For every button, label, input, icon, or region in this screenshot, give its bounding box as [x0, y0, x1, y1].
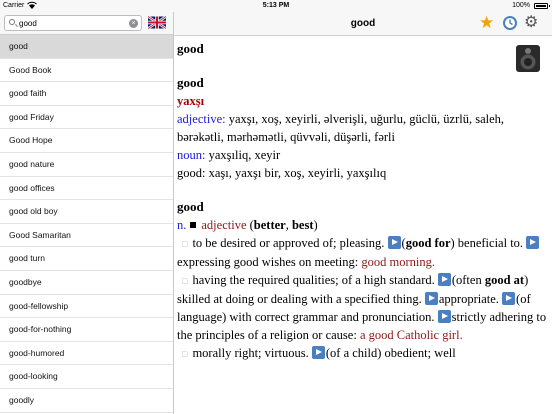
list-item[interactable]: goodly	[0, 389, 173, 413]
good-label: good:	[177, 166, 206, 180]
history-icon[interactable]	[502, 15, 518, 31]
sense-1: □ to be desired or approved of; pleasing.…	[177, 234, 549, 271]
list-item[interactable]: good faith	[0, 82, 173, 106]
list-item[interactable]: good Friday	[0, 106, 173, 130]
list-item[interactable]: Good Hope	[0, 129, 173, 153]
list-item[interactable]: good-looking	[0, 365, 173, 389]
sense-bullet: □	[182, 349, 188, 359]
sense-bullet: □	[182, 239, 188, 249]
status-bar: Carrier 5:13 PM 100%	[0, 0, 552, 12]
definition-section: good n. adjective (better, best) □ to be d…	[177, 198, 549, 363]
noun-label: noun:	[177, 148, 206, 162]
list-item[interactable]: Good Book	[0, 59, 173, 83]
square-icon	[190, 222, 197, 228]
pos-abbr: n.	[177, 218, 187, 232]
play-icon[interactable]	[311, 346, 325, 359]
speaker-icon[interactable]	[512, 42, 544, 74]
list-item[interactable]: good turn	[0, 247, 173, 271]
form-superlative: best	[291, 218, 314, 232]
list-item[interactable]: good	[0, 35, 173, 59]
noun-text: yaxşıliq, xeyir	[208, 148, 281, 162]
uk-flag-icon[interactable]	[148, 16, 166, 29]
sidebar: × good Good Book good faith good Friday …	[0, 12, 174, 414]
play-icon[interactable]	[437, 310, 451, 323]
translation-section: good yaxşı adjective: yaxşı, xoş, xeyirl…	[177, 74, 549, 182]
clock-time: 5:13 PM	[262, 2, 290, 9]
definition-headword: good	[177, 199, 204, 214]
play-icon[interactable]	[437, 273, 451, 286]
navbar: good ★ ⚙	[174, 12, 552, 36]
list-item[interactable]: good offices	[0, 177, 173, 201]
noun-line: noun: yaxşıliq, xeyir	[177, 146, 549, 164]
search-row: ×	[0, 12, 173, 35]
sense-3: □ morally right; virtuous. (of a child) o…	[182, 346, 456, 360]
list-item[interactable]: good nature	[0, 153, 173, 177]
play-icon[interactable]	[424, 292, 438, 305]
sense-bullet: □	[182, 276, 188, 286]
main-panel: good ★ ⚙ good good yaxşı adjective: yaxş…	[174, 12, 552, 414]
good-text: xaşı, yaxşı bir, xoş, xeyirli, yaxşılıq	[208, 166, 387, 180]
entry-content: good good yaxşı adjective: yaxşı, xoş, x…	[174, 36, 552, 363]
star-icon[interactable]: ★	[479, 14, 494, 31]
translation-word: yaxşı	[177, 94, 205, 108]
search-input[interactable]	[19, 17, 119, 29]
form-comparative: better	[253, 218, 286, 232]
play-icon[interactable]	[526, 236, 540, 249]
list-item[interactable]: Good Samaritan	[0, 224, 173, 248]
example-text: good morning.	[361, 255, 435, 269]
search-box[interactable]: ×	[4, 15, 142, 31]
word-list: good Good Book good faith good Friday Go…	[0, 35, 173, 413]
clear-icon[interactable]: ×	[129, 19, 138, 28]
list-item[interactable]: goodbye	[0, 271, 173, 295]
gear-icon[interactable]: ⚙	[524, 14, 538, 31]
pos-line: n. adjective (better, best)	[177, 218, 318, 232]
list-item[interactable]: good-humored	[0, 342, 173, 366]
battery-icon	[534, 3, 550, 9]
adjective-line: adjective: yaxşı, xoş, xeyirli, əlverişl…	[177, 110, 549, 146]
battery-percentage: 100%	[512, 2, 530, 9]
adjective-label: adjective:	[177, 112, 226, 126]
sense-2: □ having the required qualities; of a hig…	[177, 273, 547, 342]
list-item[interactable]: good-for-nothing	[0, 318, 173, 342]
play-icon[interactable]	[502, 292, 516, 305]
adjective-text: yaxşı, xoş, xeyirli, əlverişli, uğurlu, …	[177, 112, 505, 144]
search-icon	[9, 19, 15, 25]
list-item[interactable]: good-fellowship	[0, 295, 173, 319]
pos-full: adjective	[201, 218, 247, 232]
play-icon[interactable]	[387, 236, 401, 249]
good-line: good: xaşı, yaxşı bir, xoş, xeyirli, yax…	[177, 164, 549, 182]
page-title: good	[350, 18, 376, 29]
example-text: a good Catholic girl.	[359, 328, 463, 342]
list-item[interactable]: good old boy	[0, 200, 173, 224]
entry-headword: good	[177, 41, 204, 56]
translation-headword: good	[177, 75, 204, 90]
